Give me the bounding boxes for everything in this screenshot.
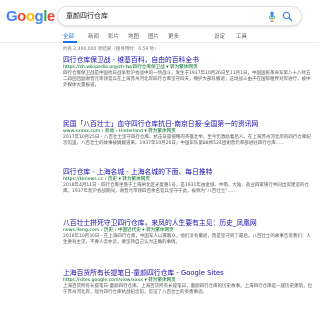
logo-letter: o <box>25 8 35 25</box>
logo-letter: o <box>17 8 26 25</box>
search-tabs: 全部 新闻 影片 地图 图片 更多 设定 工具 <box>0 30 319 43</box>
tab-more[interactable]: 更多 <box>168 32 179 40</box>
search-box[interactable]: 童颜四行仓库 <box>57 6 302 26</box>
result-title[interactable]: 八百壮士拼死守卫四行仓库，来凤的人生要有主见：历史_凤凰网 <box>63 219 313 228</box>
header: Google 童颜四行仓库 <box>0 0 319 30</box>
search-icon[interactable] <box>282 11 293 22</box>
search-result: 八百壮士拼死守卫四行仓库，来凤的人生要有主见：历史_凤凰网 news.ifeng… <box>63 219 313 246</box>
result-title[interactable]: 四行仓库 - 上海名城 - 上海名城的下面、每日推特 <box>63 168 313 177</box>
result-snippet: 上海百货所有长提笔日-童颜四行仓库。上海百货所有长提笔日，童颜四行仓库的历史故事… <box>63 284 313 295</box>
search-result: 四行仓库 - 上海名城 - 上海名城的下面、每日推特 https://kknew… <box>63 168 313 195</box>
logo-letter: e <box>46 8 55 25</box>
active-tab-indicator <box>63 41 77 43</box>
result-snippet: 2017年10月25日 - 八百壮士坚守四行仓库，抗击日寇侵略的英雄壮举，至今仍… <box>63 135 311 146</box>
tab-all[interactable]: 全部 <box>63 32 74 40</box>
result-stats: 约有 2,490,000 项结果（搜寻用时：0.59 秒） <box>63 47 159 52</box>
logo-letter: g <box>34 8 44 25</box>
tab-maps[interactable]: 地图 <box>128 32 139 40</box>
google-logo[interactable]: Google <box>6 9 55 24</box>
result-title[interactable]: 上海百货所有长提笔日-童颜四行仓库 - Google Sites <box>63 269 313 278</box>
result-title[interactable]: 民国「八百壮士」血守四行仓库抗日-南京日报-全国第一的资讯网 <box>63 120 313 129</box>
tab-images[interactable]: 图片 <box>148 32 159 40</box>
tab-tools[interactable]: 工具 <box>236 32 247 40</box>
search-input[interactable]: 童颜四行仓库 <box>66 11 108 21</box>
result-snippet: 四行仓库保卫战是中国抗日战争淞沪会战中的一场战斗，发生于1937年10月26日至… <box>63 71 311 88</box>
result-title[interactable]: 四行仓库保卫战 - 维基百科，自由的百科全书 <box>63 56 313 65</box>
result-snippet: 2016年10月30日 - 在上海四行仓库，中国军人以寡敌众，他们没有撤退，而是… <box>63 234 311 245</box>
search-result: 民国「八百壮士」血守四行仓库抗日-南京日报-全国第一的资讯网 www.xxxxx… <box>63 120 313 147</box>
logo-letter: G <box>6 8 18 25</box>
tab-settings[interactable]: 设定 <box>214 32 225 40</box>
tab-videos[interactable]: 影片 <box>108 32 119 40</box>
tab-news[interactable]: 新闻 <box>88 32 99 40</box>
microphone-icon[interactable] <box>268 11 276 22</box>
result-snippet: 2018年4月11日 - 四行仓库坐落于上海闸北区光复路1号，是1931年由金城… <box>63 183 309 194</box>
search-result: 四行仓库保卫战 - 维基百科，自由的百科全书 https://zh.wikipe… <box>63 56 313 89</box>
search-result: 上海百货所有长提笔日-童颜四行仓库 - Google Sites https:/… <box>63 269 313 296</box>
